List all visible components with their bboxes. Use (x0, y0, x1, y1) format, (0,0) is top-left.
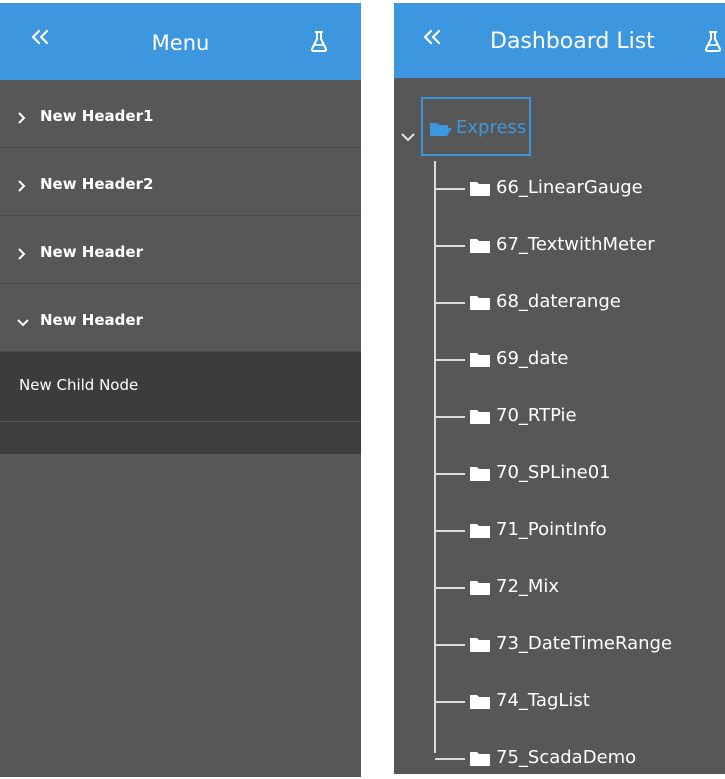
tree-item-label: 70_SPLine01 (496, 462, 611, 483)
folder-icon (469, 408, 491, 429)
menu-item-header1[interactable]: New Header1 (0, 80, 361, 148)
folder-open-icon (429, 121, 453, 141)
tree-root-label: Express (456, 117, 527, 138)
menu-item-header3[interactable]: New Header (0, 216, 361, 284)
dashboard-flask-button[interactable] (703, 29, 723, 57)
chevron-right-icon (17, 109, 27, 128)
menu-item-label: New Header (40, 311, 143, 329)
menu-panel: Menu New Header1 New Header2 New Header (0, 3, 361, 777)
menu-title: Menu (151, 31, 210, 55)
tree-item[interactable]: 74_TagList (394, 673, 725, 730)
tree-item[interactable]: 70_SPLine01 (394, 445, 725, 502)
chevron-right-icon (17, 177, 27, 196)
flask-icon (310, 31, 328, 52)
double-chevron-left-icon (423, 29, 441, 45)
tree-item[interactable]: 70_RTPie (394, 388, 725, 445)
folder-icon (469, 693, 491, 714)
tree-branch (435, 701, 465, 703)
folder-icon (469, 180, 491, 201)
tree-children: 66_LinearGauge 67_TextwithMeter 68_dater… (394, 160, 725, 774)
tree-branch (435, 302, 465, 304)
tree-branch (435, 644, 465, 646)
tree-branch (435, 473, 465, 475)
tree-toggle-chevron-down[interactable] (401, 127, 415, 146)
folder-icon (469, 579, 491, 600)
flask-icon (704, 31, 722, 52)
chevron-down-icon (401, 133, 415, 142)
tree-item[interactable]: 67_TextwithMeter (394, 217, 725, 274)
menu-spacer (0, 422, 361, 454)
menu-item-header2[interactable]: New Header2 (0, 148, 361, 216)
tree-branch (435, 245, 465, 247)
tree-item[interactable]: 69_date (394, 331, 725, 388)
tree-branch (435, 416, 465, 418)
tree-branch (435, 530, 465, 532)
dashboard-panel: Dashboard List Express 66_LinearGauge 67… (394, 3, 725, 774)
folder-icon (469, 636, 491, 657)
menu-item-label: New Header (40, 243, 143, 261)
dashboard-collapse-button[interactable] (422, 29, 442, 49)
tree-item[interactable]: 68_daterange (394, 274, 725, 331)
menu-flask-button[interactable] (309, 29, 329, 57)
menu-list: New Header1 New Header2 New Header New H… (0, 80, 361, 454)
tree-item[interactable]: 75_ScadaDemo (394, 730, 725, 774)
folder-icon (469, 294, 491, 315)
folder-icon (469, 465, 491, 486)
folder-icon (469, 750, 491, 771)
tree-item[interactable]: 71_PointInfo (394, 502, 725, 559)
tree-item[interactable]: 72_Mix (394, 559, 725, 616)
dashboard-title: Dashboard List (490, 29, 655, 54)
tree-item-label: 73_DateTimeRange (496, 633, 673, 654)
menu-item-label: New Header1 (40, 107, 154, 125)
tree-branch (435, 587, 465, 589)
menu-header: Menu (0, 3, 361, 80)
tree-item[interactable]: 73_DateTimeRange (394, 616, 725, 673)
tree-item-label: 71_PointInfo (496, 519, 607, 540)
folder-icon (469, 351, 491, 372)
tree-item-label: 72_Mix (496, 576, 560, 597)
menu-item-label: New Header2 (40, 175, 154, 193)
folder-icon (469, 522, 491, 543)
tree-branch (435, 188, 465, 190)
tree-item-label: 75_ScadaDemo (496, 747, 637, 768)
menu-item-header4-expanded[interactable]: New Header (0, 284, 361, 352)
chevron-right-icon (17, 245, 27, 264)
tree-item[interactable]: 66_LinearGauge (394, 160, 725, 217)
dashboard-header: Dashboard List (394, 3, 725, 78)
menu-child-node[interactable]: New Child Node (0, 352, 361, 422)
tree-item-label: 69_date (496, 348, 569, 369)
tree-item-label: 74_TagList (496, 690, 590, 711)
tree-root-express[interactable]: Express (421, 97, 531, 156)
tree-item-label: 66_LinearGauge (496, 177, 643, 198)
tree-branch (435, 758, 465, 760)
tree-item-label: 67_TextwithMeter (496, 234, 655, 255)
chevron-down-icon (17, 313, 29, 332)
tree-item-label: 70_RTPie (496, 405, 577, 426)
menu-child-label: New Child Node (19, 376, 139, 394)
folder-icon (469, 237, 491, 258)
tree-item-label: 68_daterange (496, 291, 621, 312)
tree-branch (435, 359, 465, 361)
